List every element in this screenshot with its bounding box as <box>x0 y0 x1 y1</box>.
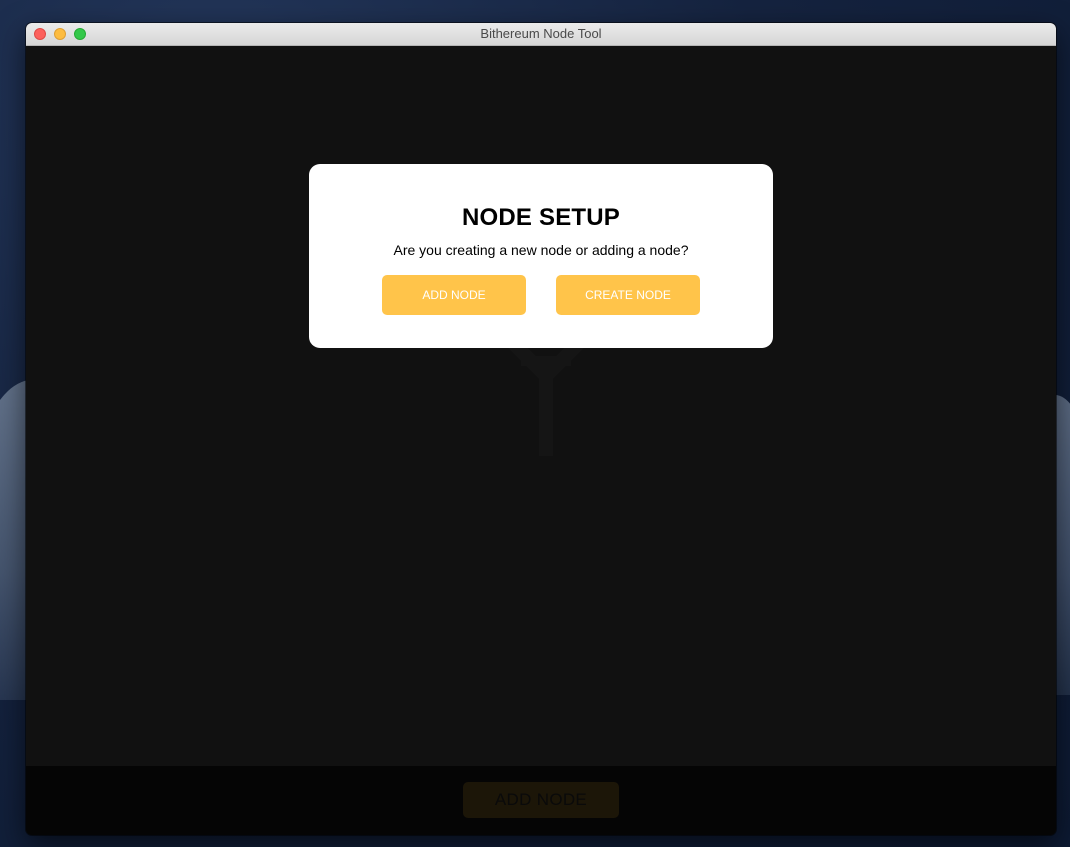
window-titlebar[interactable]: Bithereum Node Tool <box>26 23 1056 46</box>
app-window: Bithereum Node Tool ADD NODE NODE SETUP … <box>26 23 1056 835</box>
create-node-button[interactable]: CREATE NODE <box>556 275 700 315</box>
window-title: Bithereum Node Tool <box>480 26 602 41</box>
app-content: ADD NODE NODE SETUP Are you creating a n… <box>26 46 1056 835</box>
modal-overlay: NODE SETUP Are you creating a new node o… <box>26 46 1056 835</box>
add-node-button[interactable]: ADD NODE <box>382 275 526 315</box>
dialog-title: NODE SETUP <box>461 204 621 231</box>
minimize-window-button[interactable] <box>54 28 66 40</box>
zoom-window-button[interactable] <box>74 28 86 40</box>
dialog-actions: ADD NODE CREATE NODE <box>309 275 773 316</box>
node-setup-dialog: NODE SETUP Are you creating a new node o… <box>309 164 773 348</box>
dialog-subtitle: Are you creating a new node or adding a … <box>393 242 689 258</box>
close-window-button[interactable] <box>34 28 46 40</box>
